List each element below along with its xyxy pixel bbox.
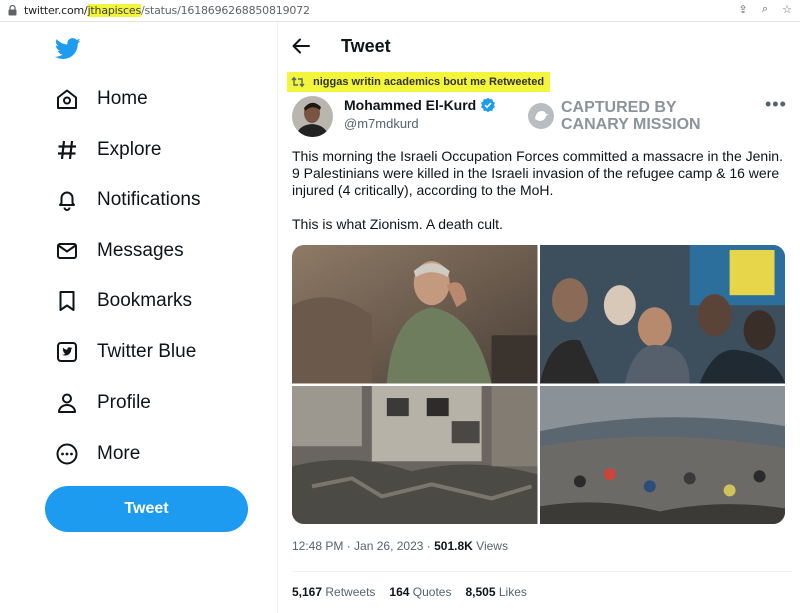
sidebar-item-label: Twitter Blue — [97, 341, 197, 362]
sidebar-item-label: Bookmarks — [97, 290, 193, 311]
watermark-line1: CAPTURED BY — [561, 99, 677, 116]
retweets-count: 5,167 — [292, 585, 323, 599]
retweeted-by-label: niggas writin academics bout me Retweete… — [313, 76, 545, 88]
sidebar-item-label: Profile — [97, 392, 151, 413]
tweet-date[interactable]: Jan 26, 2023 — [354, 539, 423, 553]
twitter-blue-icon — [57, 342, 77, 362]
watermark-line2: CANARY MISSION — [561, 116, 701, 133]
views-label: Views — [476, 539, 508, 553]
photo-grieving-man[interactable] — [292, 245, 538, 384]
retweets-label: Retweets — [325, 585, 376, 599]
sidebar-item-twitter-blue[interactable]: Twitter Blue — [55, 335, 196, 369]
url-username-highlight: jthapisces — [87, 4, 141, 17]
retweeted-by-line[interactable]: niggas writin academics bout me Retweete… — [287, 72, 551, 92]
likes-stat[interactable]: 8,505 Likes — [465, 585, 526, 599]
bookmark-star-icon[interactable]: ☆ — [780, 3, 794, 16]
retweets-stat[interactable]: 5,167 Retweets — [292, 585, 375, 599]
more-options-icon[interactable]: ••• — [765, 94, 787, 115]
sidebar-item-label: Notifications — [97, 189, 201, 210]
photo-rubble-crowd[interactable] — [539, 385, 785, 524]
sidebar-item-explore[interactable]: Explore — [55, 133, 161, 167]
url-suffix: /status/1618696268850819072 — [140, 4, 310, 17]
divider — [292, 571, 792, 572]
url-prefix: twitter.com/ — [24, 4, 88, 17]
sidebar-item-more[interactable]: More — [55, 437, 140, 471]
retweet-icon — [291, 76, 305, 88]
sidebar-item-profile[interactable]: Profile — [55, 386, 151, 420]
canary-bird-icon — [528, 103, 554, 129]
photo-damaged-building[interactable] — [292, 385, 538, 524]
sidebar-item-label: More — [97, 443, 141, 464]
sidebar-item-notifications[interactable]: Notifications — [55, 183, 201, 217]
bell-icon — [59, 191, 75, 211]
envelope-icon — [57, 243, 77, 259]
engagement-stats: 5,167 Retweets 164 Quotes 8,505 Likes — [292, 585, 527, 599]
sidebar-item-label: Home — [97, 88, 148, 109]
author-name-text: Mohammed El-Kurd — [344, 97, 477, 113]
tweet-text: This morning the Israeli Occupation Forc… — [292, 148, 792, 250]
zoom-icon[interactable]: ⌕ — [758, 3, 772, 16]
watermark: CAPTURED BY CANARY MISSION — [527, 99, 701, 133]
quotes-label: Quotes — [412, 585, 452, 599]
share-icon[interactable]: ⇪ — [736, 3, 750, 16]
sidebar-item-label: Explore — [97, 139, 162, 160]
likes-label: Likes — [498, 585, 527, 599]
quotes-stat[interactable]: 164 Quotes — [389, 585, 451, 599]
sidebar: Home Explore Notifications Messages Book… — [0, 22, 278, 613]
sidebar-item-messages[interactable]: Messages — [55, 234, 184, 268]
more-circle-icon — [56, 443, 78, 465]
tweet-paragraph-2: This is what Zionism. A death cult. — [292, 216, 503, 232]
hashtag-icon — [58, 140, 76, 160]
tweet-paragraph-1: This morning the Israeli Occupation Forc… — [292, 148, 783, 198]
compose-tweet-button[interactable]: Tweet — [45, 486, 248, 532]
page-title: Tweet — [341, 36, 391, 56]
browser-address-bar[interactable]: twitter.com/jthapisces/status/1618696268… — [0, 0, 800, 22]
tweet-detail-panel: Tweet niggas writin academics bout me Re… — [279, 22, 800, 613]
lock-icon — [8, 5, 17, 16]
likes-count: 8,505 — [465, 585, 496, 599]
views-count: 501.8K — [434, 539, 473, 553]
sidebar-item-home[interactable]: Home — [55, 82, 148, 116]
author-handle[interactable]: @m7mdkurd — [344, 116, 419, 131]
quotes-count: 164 — [389, 585, 410, 599]
sidebar-item-bookmarks[interactable]: Bookmarks — [55, 284, 192, 318]
author-name[interactable]: Mohammed El-Kurd — [344, 97, 496, 113]
tweet-metadata: 12:48 PM · Jan 26, 2023 · 501.8K Views — [292, 539, 508, 553]
avatar[interactable] — [292, 96, 333, 137]
twitter-bird-icon[interactable] — [55, 38, 81, 60]
bookmark-icon — [59, 291, 75, 311]
media-grid[interactable] — [292, 245, 785, 524]
person-icon — [58, 393, 76, 413]
back-arrow-icon[interactable] — [291, 36, 311, 56]
home-icon — [57, 89, 77, 109]
sidebar-item-label: Messages — [97, 240, 184, 261]
tweet-time[interactable]: 12:48 PM — [292, 539, 343, 553]
url-text[interactable]: twitter.com/jthapisces/status/1618696268… — [24, 4, 310, 17]
verified-badge-icon — [481, 97, 496, 113]
photo-mourners[interactable] — [539, 245, 785, 384]
